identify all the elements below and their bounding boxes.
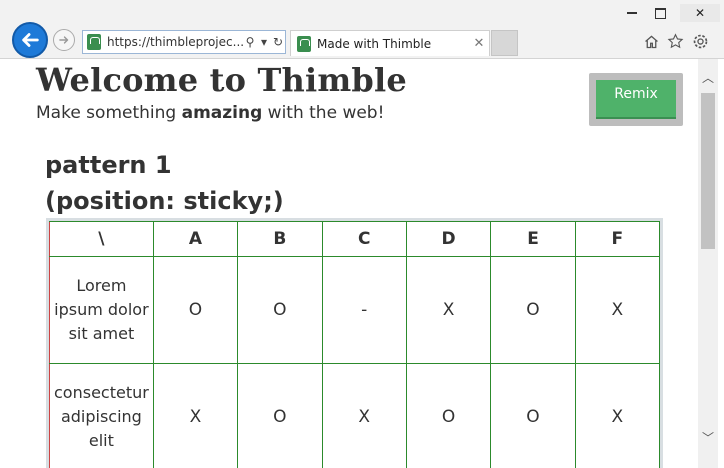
home-icon: [644, 35, 658, 48]
scroll-up-button[interactable]: ︿: [698, 69, 718, 85]
back-icon: [22, 33, 39, 47]
back-button[interactable]: [12, 22, 48, 58]
home-button[interactable]: [641, 31, 661, 51]
refresh-icon[interactable]: ↻: [271, 35, 285, 49]
browser-window: ✕ https://thimbleprojec... ⚲ ▾ ↻ Made wi…: [0, 0, 724, 468]
page-content: Welcome to Thimble Make something amazin…: [12, 59, 698, 468]
table-cell: O: [405, 363, 492, 468]
vertical-scrollbar[interactable]: ︿ ﹀: [698, 59, 718, 468]
column-header-d: D: [405, 221, 492, 257]
thimble-favicon-icon: [297, 35, 311, 52]
maximize-button[interactable]: [640, 4, 680, 22]
chevron-down-icon: ﹀: [701, 430, 714, 445]
table-cell: X: [152, 363, 239, 468]
settings-button[interactable]: [690, 31, 710, 51]
forward-icon: [59, 36, 69, 44]
remix-button-frame: Remix: [589, 73, 683, 126]
thimble-favicon-icon: [87, 34, 101, 50]
table-cell: O: [490, 363, 576, 468]
column-header-a: A: [152, 221, 239, 257]
subtitle-prefix: Make something: [36, 103, 182, 123]
table-cell: X: [321, 363, 407, 468]
table-cell: O: [152, 256, 239, 364]
table-row: consectetur adipiscing elit X O X O O X: [49, 363, 660, 468]
page-title: Welcome to Thimble: [36, 61, 407, 99]
chevron-up-icon: ︿: [701, 70, 714, 85]
close-button[interactable]: ✕: [680, 4, 720, 22]
forward-button[interactable]: [53, 29, 75, 51]
maximize-icon: [654, 7, 666, 19]
subtitle-suffix: with the web!: [262, 103, 385, 123]
close-icon: ✕: [694, 6, 706, 20]
page-subtitle: Make something amazing with the web!: [36, 103, 384, 123]
new-tab-button[interactable]: [491, 30, 518, 56]
table-cell: O: [237, 256, 323, 364]
scroll-down-button[interactable]: ﹀: [698, 429, 718, 445]
pattern-title-line2: (position: sticky;): [45, 187, 284, 215]
table-corner-cell: \: [49, 221, 154, 257]
tab-title: Made with Thimble: [317, 36, 432, 51]
table-cell: X: [405, 256, 492, 364]
corner-diagonal: \: [98, 229, 105, 249]
table-cell: -: [321, 256, 407, 364]
table-row: Lorem ipsum dolor sit amet O O - X O X: [49, 256, 660, 364]
browser-chrome: ✕ https://thimbleprojec... ⚲ ▾ ↻ Made wi…: [0, 0, 724, 59]
row-label: consectetur adipiscing elit: [49, 363, 154, 468]
tab-made-with-thimble[interactable]: Made with Thimble ✕: [290, 30, 490, 56]
minimize-icon: [627, 12, 637, 14]
address-url[interactable]: https://thimbleprojec...: [107, 35, 243, 49]
subtitle-bold: amazing: [181, 103, 263, 123]
pattern-table: \ A B C D E F Lorem ipsum dolor sit amet…: [49, 221, 660, 468]
column-header-e: E: [490, 221, 576, 257]
pattern-title: pattern 1 (position: sticky;): [45, 147, 284, 219]
table-cell: O: [490, 256, 576, 364]
column-header-f: F: [574, 221, 660, 257]
remix-button[interactable]: Remix: [596, 80, 676, 119]
row-label: Lorem ipsum dolor sit amet: [49, 256, 154, 364]
search-icon[interactable]: ⚲: [243, 35, 257, 49]
table-cell: X: [574, 256, 660, 364]
tab-close-icon[interactable]: ✕: [469, 36, 489, 51]
settings-icon: [693, 34, 707, 48]
dropdown-icon[interactable]: ▾: [257, 35, 271, 49]
table-scroll-container[interactable]: \ A B C D E F Lorem ipsum dolor sit amet…: [46, 218, 663, 468]
column-header-c: C: [321, 221, 407, 257]
column-header-b: B: [237, 221, 323, 257]
address-bar[interactable]: https://thimbleprojec... ⚲ ▾ ↻: [82, 30, 286, 54]
scrollbar-thumb[interactable]: [701, 93, 715, 249]
table-cell: O: [237, 363, 323, 468]
favorites-icon: [667, 32, 683, 48]
table-cell: X: [574, 363, 660, 468]
table-header-row: \ A B C D E F: [49, 221, 660, 257]
pattern-title-line1: pattern 1: [45, 151, 172, 179]
favorites-button[interactable]: [665, 31, 685, 51]
